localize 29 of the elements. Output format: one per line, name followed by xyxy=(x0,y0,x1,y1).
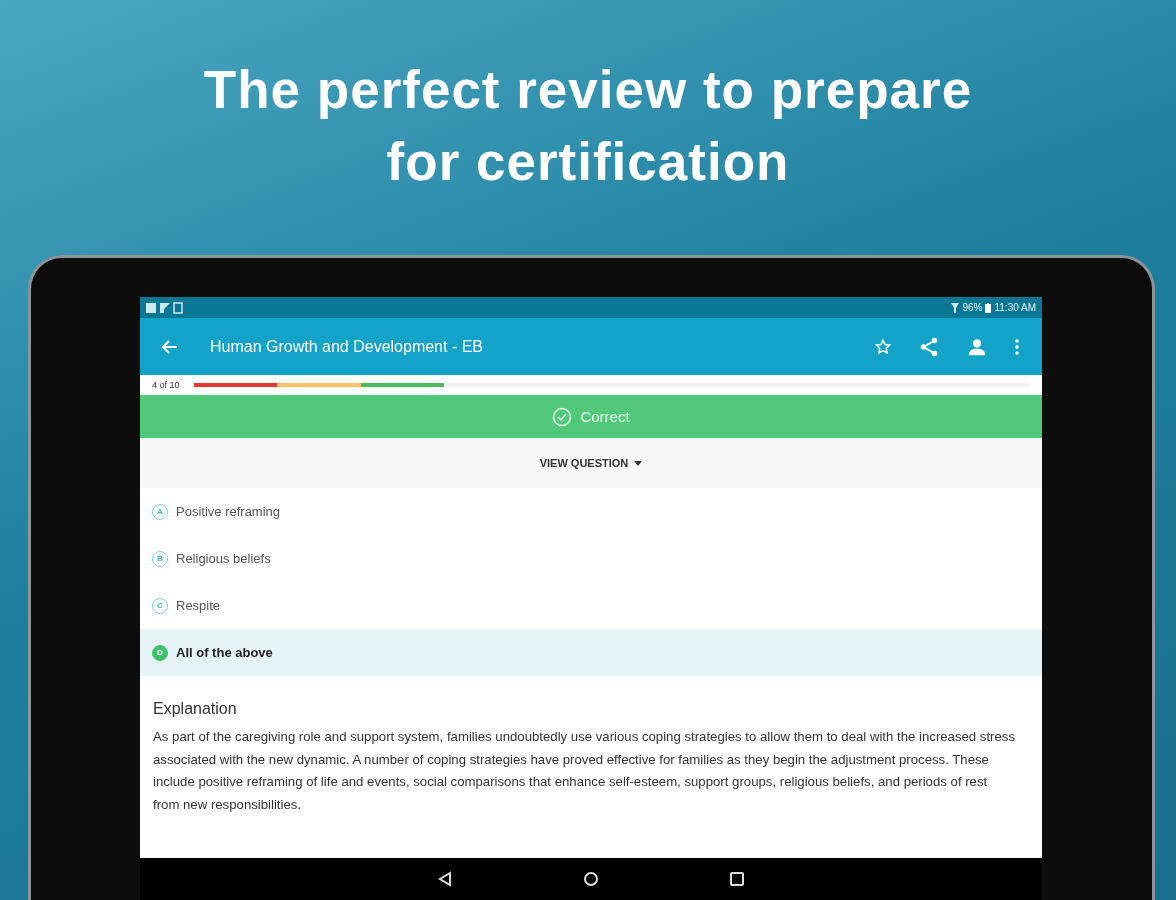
signal-icon xyxy=(951,302,960,313)
answer-option[interactable]: B Religious beliefs xyxy=(140,535,1042,582)
star-icon[interactable] xyxy=(874,337,892,356)
answer-option[interactable]: C Respite xyxy=(140,582,1042,629)
share-icon[interactable] xyxy=(918,335,940,358)
explanation-text: As part of the caregiving role and support system, families undoubtedly use various coping strategies to allow them to deal with the increased stress associated with the new dynamic. A number of coping strategies have proved effective for families as they begin the adjustment process. These include positive reframing of life and events, social comparisons that enhance self-esteem, support groups, religious beliefs, and periods of rest from new responsibilities. xyxy=(153,728,1017,814)
option-text: Respite xyxy=(176,598,221,613)
explanation-heading: Explanation xyxy=(153,700,238,718)
option-text: Religious beliefs xyxy=(176,551,271,566)
view-question-button[interactable]: VIEW QUESTION xyxy=(535,453,647,473)
more-icon[interactable] xyxy=(1014,337,1020,356)
clock: 11:30 AM xyxy=(994,302,1036,313)
headline: The perfect review to prepare for certification xyxy=(202,59,974,193)
home-icon[interactable] xyxy=(583,871,599,887)
app-title: Human Growth and Development - EB xyxy=(210,337,483,356)
option-letter: D xyxy=(152,644,168,661)
caret-icon xyxy=(634,460,643,466)
answer-option[interactable]: A Positive reframing xyxy=(140,488,1042,535)
check-circle-icon xyxy=(552,406,573,427)
progress-label: 4 of 10 xyxy=(152,380,180,390)
answer-option[interactable]: D All of the above xyxy=(140,629,1042,676)
battery-percent: 96% xyxy=(962,302,983,313)
recents-icon[interactable] xyxy=(729,871,745,887)
battery-icon xyxy=(985,302,992,313)
result-label: Correct xyxy=(580,408,630,425)
option-text: Positive reframing xyxy=(176,504,281,519)
back-icon[interactable] xyxy=(162,339,178,354)
option-text: All of the above xyxy=(176,645,273,660)
back-nav-icon[interactable] xyxy=(437,871,453,887)
